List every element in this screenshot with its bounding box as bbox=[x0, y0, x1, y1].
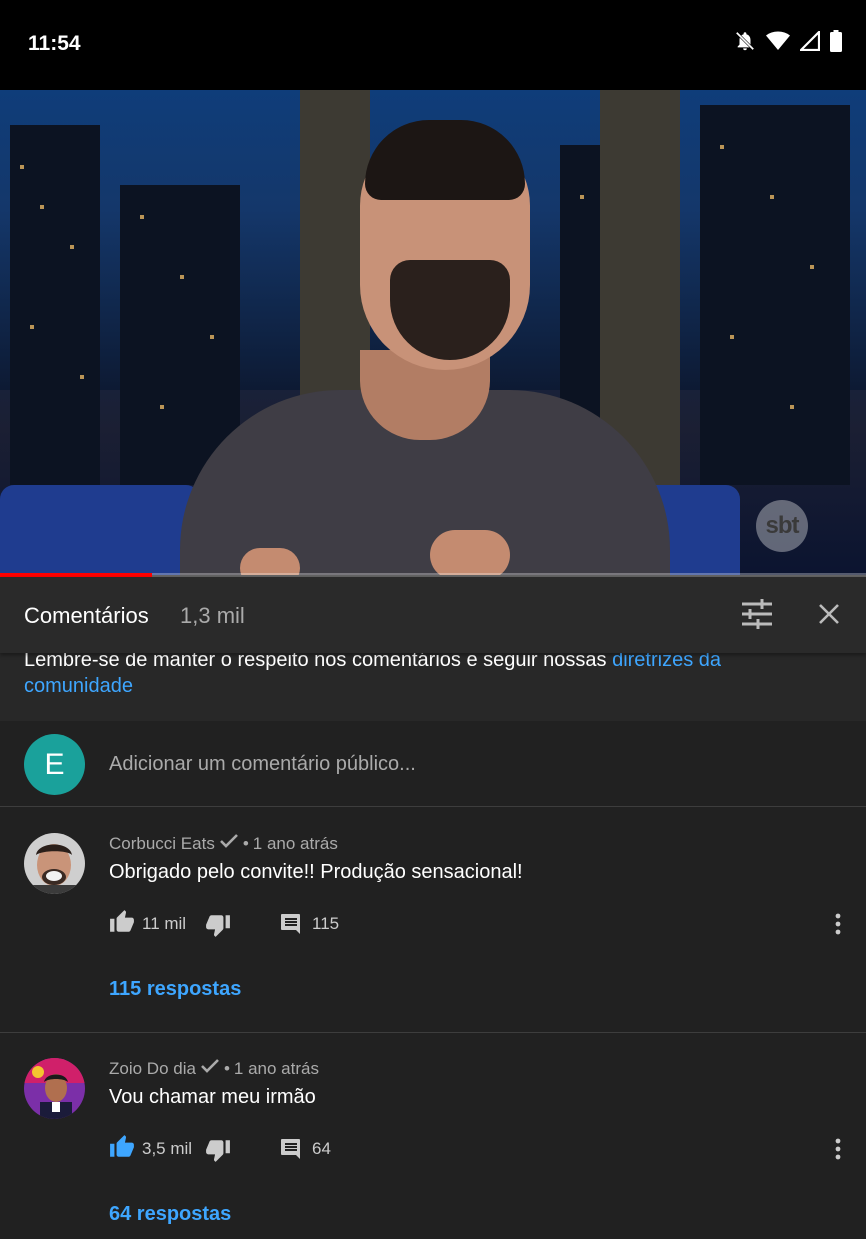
meta-separator: • bbox=[242, 833, 249, 853]
building bbox=[10, 125, 100, 485]
comment-meta: Corbucci Eats • 1 ano atrás bbox=[109, 833, 338, 854]
status-icons bbox=[734, 30, 842, 52]
status-time: 11:54 bbox=[28, 32, 81, 55]
view-replies-link[interactable]: 115 respostas bbox=[109, 978, 241, 1001]
sort-filter-icon[interactable] bbox=[740, 599, 774, 629]
building bbox=[700, 105, 850, 485]
comment-author[interactable]: Corbucci Eats bbox=[109, 834, 215, 854]
sofa bbox=[0, 485, 200, 575]
person-hand bbox=[240, 548, 300, 575]
comment-author[interactable]: Zoio Do dia bbox=[109, 1059, 196, 1079]
person-hand bbox=[430, 530, 510, 575]
do-not-disturb-bell-icon bbox=[734, 30, 756, 52]
reply-count: 64 bbox=[312, 1139, 331, 1158]
close-icon[interactable] bbox=[812, 597, 846, 631]
comment-time: 1 ano atrás bbox=[252, 833, 338, 853]
comment-item: Zoio Do dia • 1 ano atrás Vou chamar meu… bbox=[0, 1033, 866, 1239]
commenter-avatar[interactable] bbox=[24, 1058, 85, 1119]
comment-time: 1 ano atrás bbox=[233, 1058, 319, 1078]
reply-icon[interactable] bbox=[279, 1137, 303, 1166]
verified-check-icon bbox=[219, 833, 239, 854]
notice-text: Lembre-se de manter o respeito nos comen… bbox=[24, 653, 613, 671]
comment-item: Corbucci Eats • 1 ano atrás Obrigado pel… bbox=[0, 808, 866, 1033]
comments-count: 1,3 mil bbox=[180, 603, 245, 628]
meta-separator: • bbox=[223, 1058, 230, 1078]
user-avatar: E bbox=[24, 734, 85, 795]
comment-text: Obrigado pelo convite!! Produção sensaci… bbox=[109, 861, 523, 883]
community-notice: Lembre-se de manter o respeito nos comen… bbox=[0, 653, 866, 721]
like-icon[interactable] bbox=[109, 909, 135, 940]
reply-count: 115 bbox=[312, 914, 340, 933]
sbt-watermark: sbt bbox=[756, 500, 808, 552]
comments-header: Comentários 1,3 mil bbox=[0, 577, 866, 653]
like-icon-active[interactable] bbox=[109, 1134, 135, 1165]
like-count: 3,5 mil bbox=[142, 1139, 193, 1158]
comment-actions: 3,5 mil 64 bbox=[109, 1134, 849, 1164]
like-count: 11 mil bbox=[142, 914, 187, 933]
add-comment-input[interactable]: Adicionar um comentário público... bbox=[109, 753, 416, 776]
verified-check-icon bbox=[200, 1058, 220, 1079]
comments-title: Comentários bbox=[24, 603, 149, 628]
reply-icon[interactable] bbox=[279, 912, 303, 941]
wifi-icon bbox=[766, 31, 790, 51]
battery-icon bbox=[830, 30, 842, 52]
more-options-icon[interactable] bbox=[833, 911, 843, 942]
more-options-icon[interactable] bbox=[833, 1136, 843, 1167]
dislike-icon[interactable] bbox=[205, 1137, 231, 1168]
comment-meta: Zoio Do dia • 1 ano atrás bbox=[109, 1058, 319, 1079]
video-player[interactable]: sbt bbox=[0, 90, 866, 575]
dislike-icon[interactable] bbox=[205, 912, 231, 943]
view-replies-link[interactable]: 64 respostas bbox=[109, 1203, 231, 1226]
commenter-avatar[interactable] bbox=[24, 833, 85, 894]
add-comment-row[interactable]: E Adicionar um comentário público... bbox=[0, 721, 866, 807]
comment-actions: 11 mil 115 bbox=[109, 909, 849, 939]
signal-icon bbox=[800, 31, 820, 51]
status-bar: 11:54 bbox=[0, 0, 866, 90]
comment-text: Vou chamar meu irmão bbox=[109, 1086, 316, 1108]
notice-paragraph: Lembre-se de manter o respeito nos comen… bbox=[24, 653, 824, 699]
